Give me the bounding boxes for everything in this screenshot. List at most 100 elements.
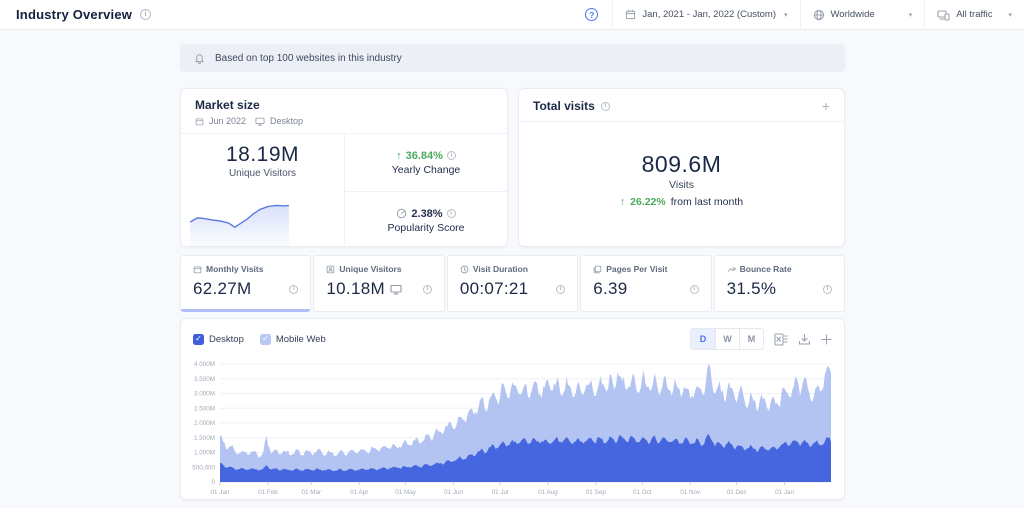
- info-icon[interactable]: i: [446, 209, 456, 218]
- tile-value: 31.5%: [726, 279, 777, 298]
- tile-visit-duration[interactable]: Visit Duration 00:07:21 i: [446, 255, 579, 312]
- legend-mobile-web[interactable]: ✓ Mobile Web: [259, 333, 326, 345]
- svg-text:3.500M: 3.500M: [194, 376, 215, 383]
- market-size-header: Market size Jun 2022 Desktop: [181, 89, 507, 133]
- date-range-selector[interactable]: Jan, 2021 - Jan, 2022 (Custom) ▾: [612, 0, 799, 29]
- tile-value: 10.18M: [326, 279, 385, 298]
- excel-export-icon[interactable]: [774, 332, 788, 346]
- x-axis-labels: 01 Jan 01 Feb 01 Mar 01 Apr 01 May 01 Jun 01 J…: [211, 482, 795, 496]
- total-visits-label: Visits: [669, 179, 694, 191]
- chart-controls: D W M: [690, 328, 832, 350]
- traffic-area-chart[interactable]: 4.000M 3.500M 3.000M 2.500M 2.000M 1.500M 1.00…: [187, 358, 838, 506]
- geo-selector[interactable]: Worldwide ▾: [799, 0, 925, 29]
- tile-label: Bounce Rate: [739, 264, 792, 274]
- svg-text:01 Sep: 01 Sep: [586, 489, 606, 496]
- top-bar: Industry Overview i ? Jan, 2021 - Jan, 2…: [0, 0, 1024, 30]
- geo-label: Worldwide: [830, 9, 875, 20]
- granularity-switch: D W M: [690, 328, 764, 350]
- traffic-chart-card: ✓ Desktop ✓ Mobile Web D W M 4.000M 3.50…: [180, 318, 845, 500]
- market-size-device: Desktop: [270, 116, 304, 126]
- svg-text:4.000M: 4.000M: [194, 361, 215, 368]
- checkbox-checked-icon: ✓: [193, 333, 204, 345]
- svg-text:01 Jan: 01 Jan: [775, 489, 794, 496]
- info-icon[interactable]: i: [289, 284, 299, 294]
- page-title: Industry Overview: [16, 7, 133, 22]
- y-axis-labels: 4.000M 3.500M 3.000M 2.500M 2.000M 1.500M 1.00…: [192, 361, 215, 486]
- info-icon[interactable]: i: [689, 284, 699, 294]
- add-to-dashboard-button[interactable]: +: [822, 98, 830, 114]
- unique-visitors-value: 18.19M: [225, 143, 300, 166]
- all-traffic-icon: [937, 9, 950, 21]
- page-info-icon[interactable]: i: [140, 9, 152, 20]
- svg-text:01 Oct: 01 Oct: [633, 489, 652, 496]
- granularity-day-button[interactable]: D: [691, 329, 715, 349]
- user-icon: [326, 265, 335, 274]
- info-icon[interactable]: i: [422, 284, 432, 294]
- traffic-selector[interactable]: All traffic ▾: [924, 0, 1024, 29]
- tile-value: 6.39: [593, 279, 628, 298]
- globe-icon: [813, 9, 825, 21]
- gauge-icon: [396, 208, 407, 219]
- svg-text:1.000M: 1.000M: [194, 450, 215, 457]
- chart-legend: ✓ Desktop ✓ Mobile Web: [193, 333, 326, 345]
- traffic-label: All traffic: [956, 9, 993, 20]
- calendar-icon: [193, 265, 202, 274]
- market-size-subheader: Jun 2022 Desktop: [195, 116, 493, 126]
- tile-label: Visit Duration: [472, 264, 528, 274]
- info-icon[interactable]: i: [446, 151, 456, 160]
- info-icon[interactable]: i: [556, 284, 566, 294]
- add-chart-icon[interactable]: [821, 333, 832, 345]
- date-range-label: Jan, 2021 - Jan, 2022 (Custom): [642, 9, 776, 20]
- svg-text:01 Jun: 01 Jun: [444, 489, 463, 496]
- svg-text:01 Mar: 01 Mar: [301, 489, 321, 496]
- checkbox-checked-icon: ✓: [259, 333, 271, 345]
- yearly-change-label: Yearly Change: [391, 163, 461, 176]
- svg-text:01 Aug: 01 Aug: [538, 489, 558, 496]
- popularity-score-label: Popularity Score: [387, 221, 465, 234]
- chevron-down-icon: ▾: [1008, 11, 1012, 19]
- desktop-icon: [255, 117, 265, 126]
- tile-label: Unique Visitors: [339, 264, 402, 274]
- up-arrow-icon: ↑: [619, 196, 626, 208]
- svg-text:3.000M: 3.000M: [194, 391, 215, 398]
- notice-banner: Based on top 100 websites in this indust…: [180, 44, 845, 72]
- tile-bounce-rate[interactable]: Bounce Rate 31.5% i: [713, 255, 846, 312]
- desktop-icon: [390, 284, 402, 295]
- chevron-down-icon: ▾: [908, 11, 913, 19]
- info-icon[interactable]: i: [823, 284, 833, 294]
- pages-icon: [593, 265, 602, 274]
- total-visits-value: 809.6M: [641, 151, 722, 177]
- total-visits-body: 809.6M Visits ↑ 26.22% from last month: [519, 122, 844, 237]
- tile-monthly-visits[interactable]: Monthly Visits 62.27M i: [180, 255, 312, 312]
- info-icon[interactable]: i: [600, 101, 610, 111]
- market-size-sparkline: [187, 195, 291, 247]
- top-bar-controls: ? Jan, 2021 - Jan, 2022 (Custom) ▾ World…: [571, 0, 1024, 29]
- market-size-date: Jun 2022: [209, 116, 247, 126]
- unique-visitors-label: Unique Visitors: [228, 168, 297, 179]
- tile-value: 62.27M: [193, 279, 252, 298]
- market-size-body: 18.19M Unique Visitors ↑ 36.84% i Yearly…: [181, 134, 507, 249]
- bell-icon: [194, 52, 205, 64]
- svg-text:500,000: 500,000: [192, 464, 215, 471]
- popularity-score-cell: 2.38% i Popularity Score: [345, 191, 507, 249]
- market-size-visitors-cell: 18.19M Unique Visitors: [181, 134, 345, 249]
- total-visits-title: Total visits: [533, 99, 595, 113]
- tile-pages-per-visit[interactable]: Pages Per Visit 6.39 i: [580, 255, 712, 312]
- svg-text:2.000M: 2.000M: [194, 420, 215, 427]
- granularity-week-button[interactable]: W: [715, 329, 739, 349]
- tile-unique-visitors[interactable]: Unique Visitors 10.18M i: [313, 255, 445, 312]
- legend-desktop[interactable]: ✓ Desktop: [193, 333, 244, 345]
- yearly-change-value: 36.84%: [405, 149, 443, 162]
- svg-text:01 Nov: 01 Nov: [680, 489, 701, 496]
- total-visits-change: ↑ 26.22% from last month: [620, 196, 743, 208]
- download-icon[interactable]: [798, 333, 811, 346]
- svg-text:01 Feb: 01 Feb: [258, 489, 278, 496]
- change-suffix: from last month: [670, 196, 744, 208]
- calendar-icon: [195, 117, 204, 126]
- help-button[interactable]: ?: [571, 0, 612, 29]
- granularity-month-button[interactable]: M: [739, 329, 763, 349]
- market-size-stats: ↑ 36.84% i Yearly Change 2.38% i Popular…: [345, 134, 507, 249]
- up-arrow-icon: ↑: [396, 149, 402, 162]
- market-size-title: Market size: [195, 98, 260, 112]
- svg-text:2.500M: 2.500M: [194, 405, 215, 412]
